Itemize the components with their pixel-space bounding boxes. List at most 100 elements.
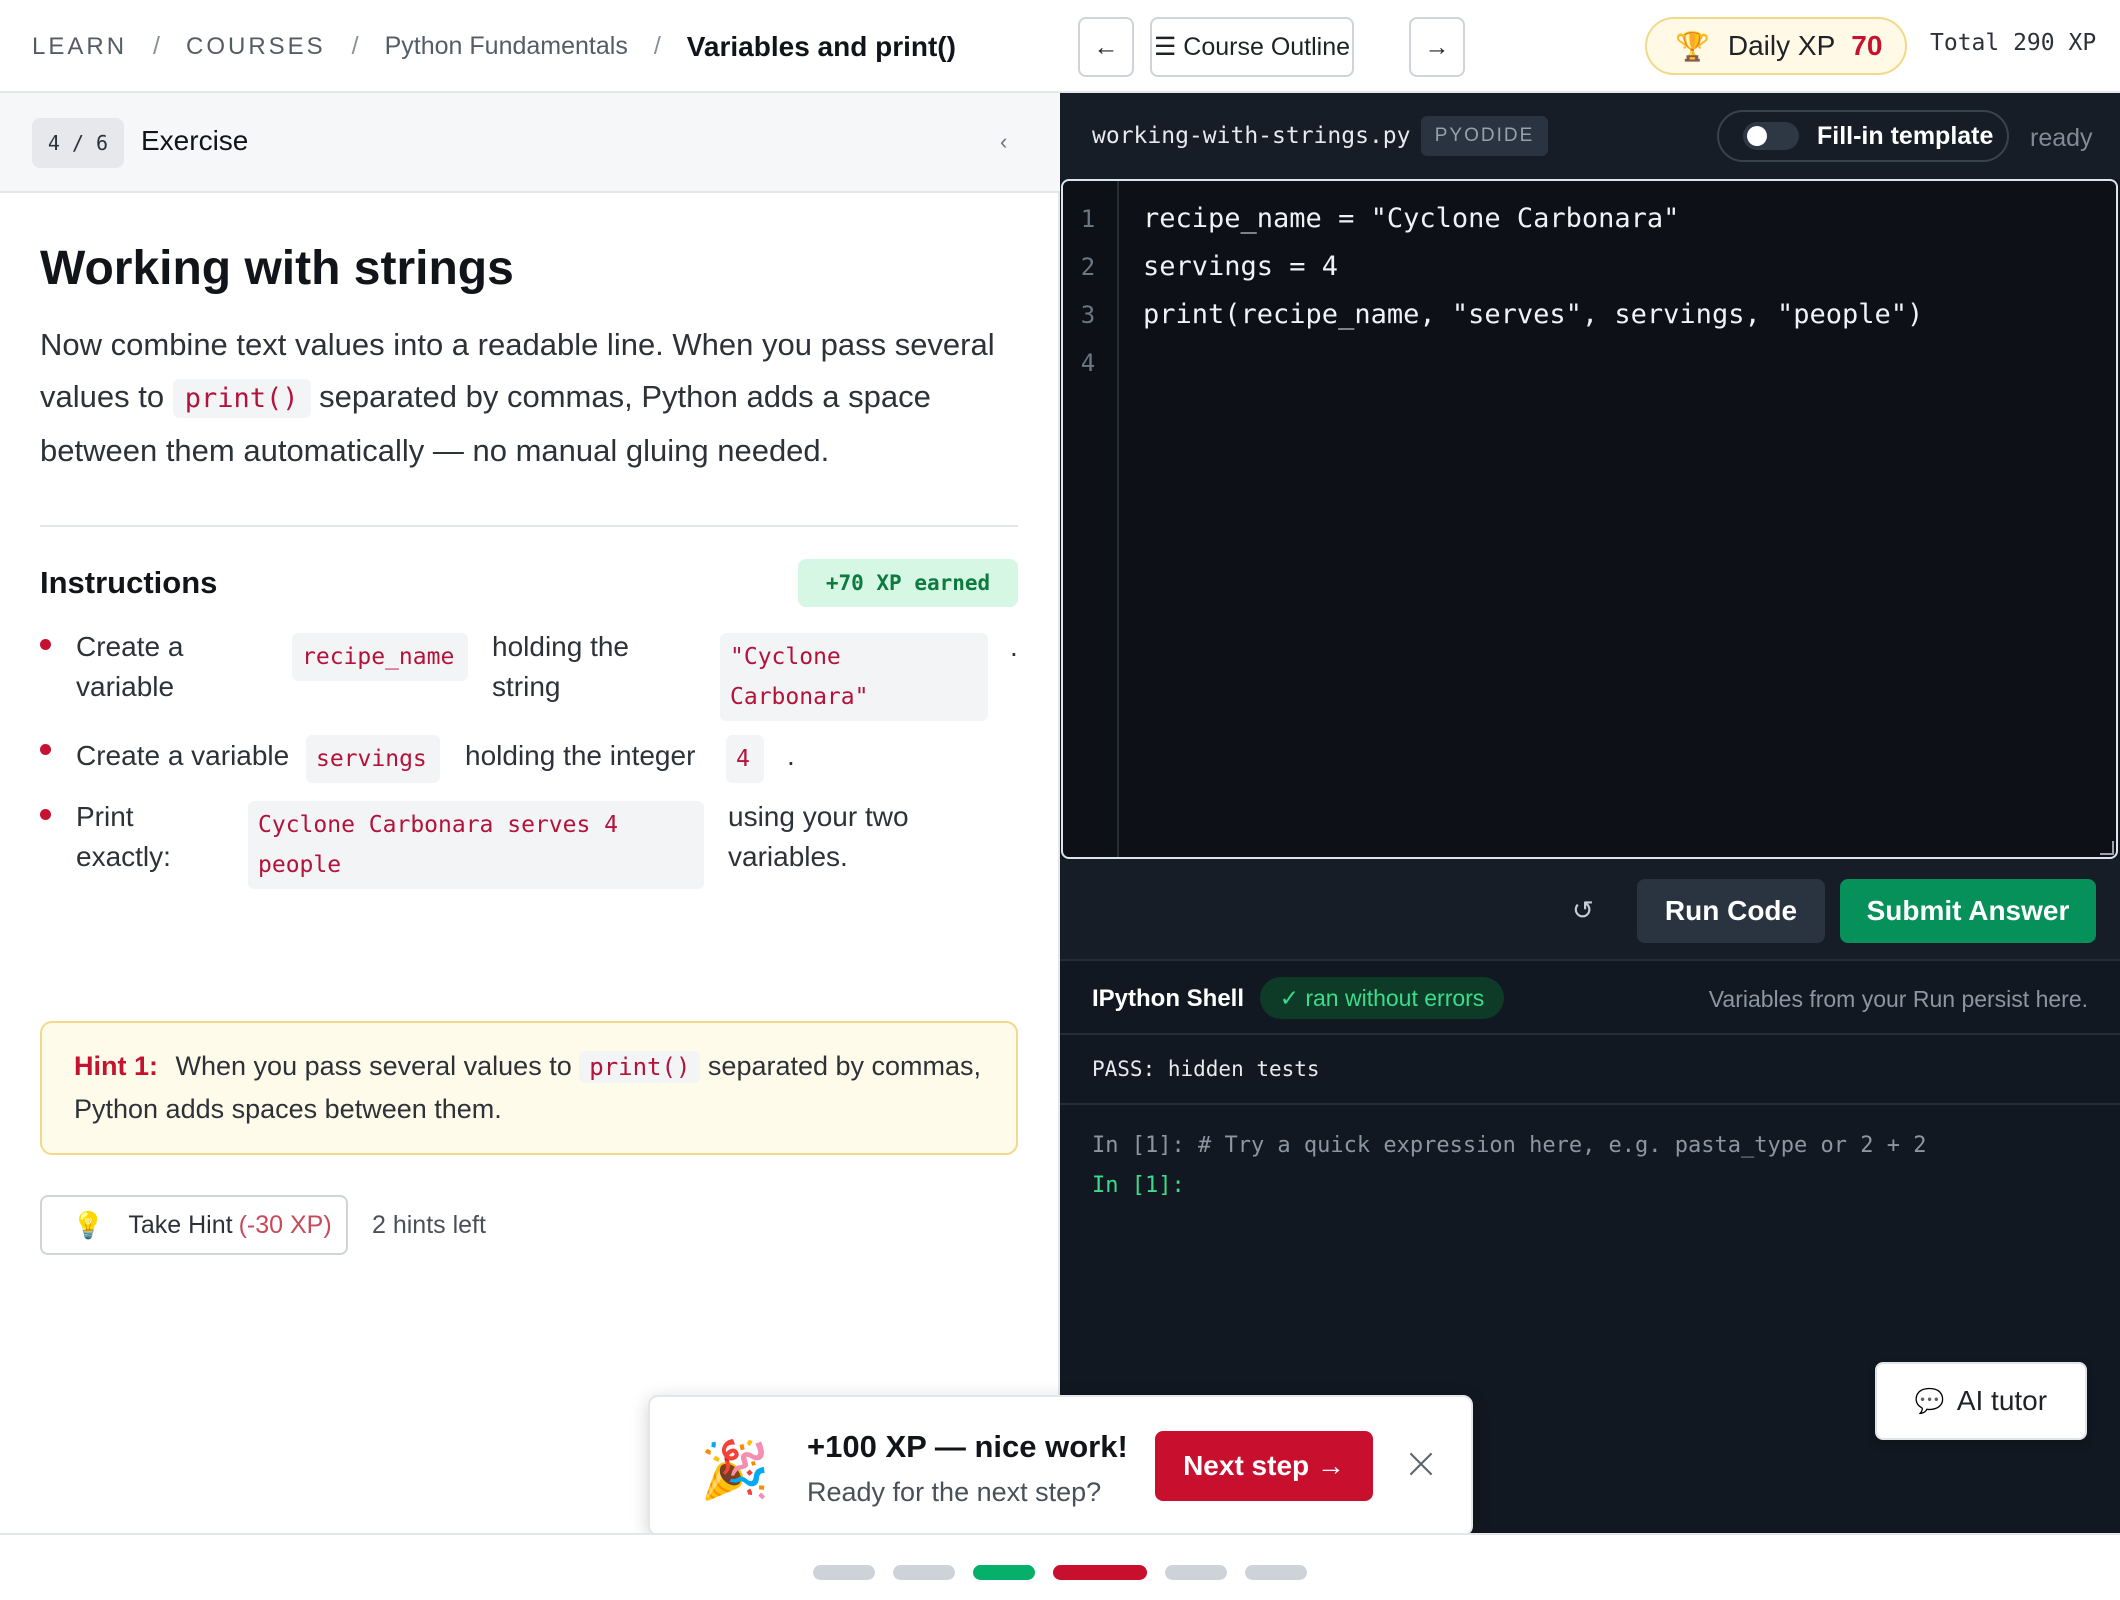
hints-left-count: 2 hints left xyxy=(372,1211,486,1239)
line-number-gutter: 1 2 3 4 xyxy=(1063,181,1119,857)
code-line[interactable]: servings = 4 xyxy=(1143,251,1338,282)
ai-tutor-button[interactable]: 💬 AI tutor xyxy=(1875,1362,2087,1440)
hint-label: Hint 1: xyxy=(74,1051,158,1081)
exercise-intro: Now combine text values into a readable … xyxy=(40,319,1030,477)
reset-code-icon[interactable]: ↺ xyxy=(1572,895,1594,926)
instruction-2-end: . xyxy=(787,740,795,771)
progress-step-1[interactable] xyxy=(813,1565,875,1580)
editor-actions: ↺ Run Code Submit Answer xyxy=(1060,859,2120,959)
fill-in-template-toggle[interactable]: Fill-in template xyxy=(1717,110,2009,162)
line-number: 2 xyxy=(1080,253,1096,281)
instruction-2-text: Create a variable xyxy=(76,740,290,771)
daily-xp-pill: 🏆 Daily XP 70 xyxy=(1645,17,1907,75)
next-exercise-button[interactable]: → xyxy=(1409,17,1465,77)
section-divider xyxy=(40,525,1018,527)
exercise-title: Working with strings xyxy=(40,242,514,295)
trophy-icon: 🏆 xyxy=(1675,30,1710,62)
success-toast: 🎉 +100 XP — nice work! Ready for the nex… xyxy=(648,1395,1473,1536)
line-number: 4 xyxy=(1080,349,1096,377)
breadcrumb-separator: / xyxy=(351,32,359,60)
lightbulb-icon: 💡 xyxy=(72,1209,105,1240)
breadcrumb-current-lesson: Variables and print() xyxy=(686,30,956,62)
instruction-3-text: Print exactly: xyxy=(76,801,171,872)
bullet-icon xyxy=(40,809,51,820)
file-name: working-with-strings.py xyxy=(1092,123,1411,149)
breadcrumb-learn[interactable]: LEARN xyxy=(32,33,127,61)
shell-note: Variables from your Run persist here. xyxy=(1708,986,2088,1012)
shell-title: IPython Shell xyxy=(1092,985,1245,1012)
collapse-panel-icon[interactable]: ‹ xyxy=(1000,129,1007,155)
bullet-icon xyxy=(40,639,51,650)
instruction-1-text: Create a variable xyxy=(76,631,184,702)
breadcrumb-separator: / xyxy=(653,32,661,60)
daily-xp-label: Daily XP xyxy=(1727,30,1836,61)
instruction-3-code-output: Cyclone Carbonara serves 4 people xyxy=(248,801,704,889)
bullet-icon xyxy=(40,744,51,755)
line-number: 3 xyxy=(1080,301,1096,329)
take-hint-label: Take Hint xyxy=(128,1210,233,1239)
take-hint-cost: (-30 XP) xyxy=(238,1210,332,1239)
test-result: PASS: hidden tests xyxy=(1092,1057,1320,1081)
editor-status: ready xyxy=(2030,124,2093,152)
breadcrumb-course[interactable]: Python Fundamentals xyxy=(385,32,628,61)
progress-step-5[interactable] xyxy=(1165,1565,1227,1580)
instruction-1-end: . xyxy=(1010,631,1018,662)
exercise-panel: 4 / 6 Exercise ‹ Working with strings No… xyxy=(0,93,1060,1533)
progress-footer xyxy=(0,1533,2120,1600)
hint-text: When you pass several values to xyxy=(175,1051,572,1081)
xp-earned-badge: +70 XP earned xyxy=(798,559,1018,607)
toast-title: +100 XP — nice work! xyxy=(807,1429,1128,1464)
take-hint-button[interactable]: 💡 Take Hint (-30 XP) xyxy=(40,1195,348,1255)
instructions-title: Instructions xyxy=(40,565,218,600)
progress-step-3[interactable] xyxy=(973,1565,1035,1580)
chat-bubble-icon: 💬 xyxy=(1914,1387,1945,1415)
next-step-button[interactable]: Next step → xyxy=(1155,1431,1373,1501)
progress-step-4[interactable] xyxy=(1053,1565,1147,1580)
line-number: 1 xyxy=(1080,205,1096,233)
shell-header: IPython Shell ✓ ran without errors Varia… xyxy=(1060,959,2120,1035)
breadcrumb-separator: / xyxy=(153,32,160,60)
total-xp: Total 290 XP xyxy=(1930,30,2097,56)
breadcrumb-courses[interactable]: COURSES xyxy=(186,33,326,61)
console-prompt[interactable]: In [1]: xyxy=(1092,1173,1185,1198)
run-code-button[interactable]: Run Code xyxy=(1637,879,1825,943)
code-line[interactable]: recipe_name = "Cyclone Carbonara" xyxy=(1143,203,1679,234)
instruction-1-code-string: "Cyclone Carbonara" xyxy=(720,633,988,721)
exercise-label: Exercise xyxy=(141,125,249,156)
hint-box: Hint 1: When you pass several values to … xyxy=(40,1021,1018,1155)
toggle-label: Fill-in template xyxy=(1817,121,1994,150)
toggle-knob xyxy=(1747,126,1767,146)
hint-inline-code: print() xyxy=(579,1051,701,1083)
resize-handle[interactable] xyxy=(2100,841,2114,855)
instruction-3-text: using your two variables. xyxy=(728,801,909,872)
ai-tutor-label: AI tutor xyxy=(1956,1385,2048,1416)
console-history: In [1]: # Try a quick expression here, e… xyxy=(1092,1133,1927,1158)
close-icon[interactable] xyxy=(1402,1445,1442,1485)
code-editor[interactable]: 1 2 3 4 recipe_name = "Cyclone Carbonara… xyxy=(1061,179,2118,859)
toggle-switch[interactable] xyxy=(1743,122,1799,150)
daily-xp-value: 70 xyxy=(1851,30,1883,61)
instruction-1-text: holding the string xyxy=(492,631,630,702)
intro-inline-code: print() xyxy=(172,379,311,418)
exercise-bar: 4 / 6 Exercise ‹ xyxy=(0,93,1060,193)
top-header: LEARN / COURSES / Python Fundamentals / … xyxy=(0,0,2120,93)
progress-step-6[interactable] xyxy=(1245,1565,1307,1580)
party-popper-icon: 🎉 xyxy=(700,1438,770,1501)
step-counter-badge: 4 / 6 xyxy=(32,118,124,168)
previous-exercise-button[interactable]: ← xyxy=(1078,17,1134,77)
runtime-badge: PYODIDE xyxy=(1421,116,1548,156)
code-line[interactable]: print(recipe_name, "serves", servings, "… xyxy=(1143,299,1923,330)
run-status-badge: ✓ ran without errors xyxy=(1260,977,1504,1019)
code-panel: working-with-strings.py PYODIDE Fill-in … xyxy=(1060,93,2120,1533)
test-result-row: PASS: hidden tests xyxy=(1060,1035,2120,1105)
instruction-2-code-variable: servings xyxy=(306,735,440,783)
breadcrumb: LEARN / COURSES / Python Fundamentals / … xyxy=(32,0,956,93)
instruction-2-text: holding the integer xyxy=(465,740,696,771)
course-outline-button[interactable]: ☰ Course Outline xyxy=(1150,17,1354,77)
editor-toolbar: working-with-strings.py PYODIDE Fill-in … xyxy=(1060,93,2120,179)
toast-subtitle: Ready for the next step? xyxy=(807,1477,1102,1507)
instruction-1-code-variable: recipe_name xyxy=(292,633,468,681)
progress-step-2[interactable] xyxy=(893,1565,955,1580)
instruction-2-code-value: 4 xyxy=(726,735,764,783)
submit-answer-button[interactable]: Submit Answer xyxy=(1840,879,2096,943)
